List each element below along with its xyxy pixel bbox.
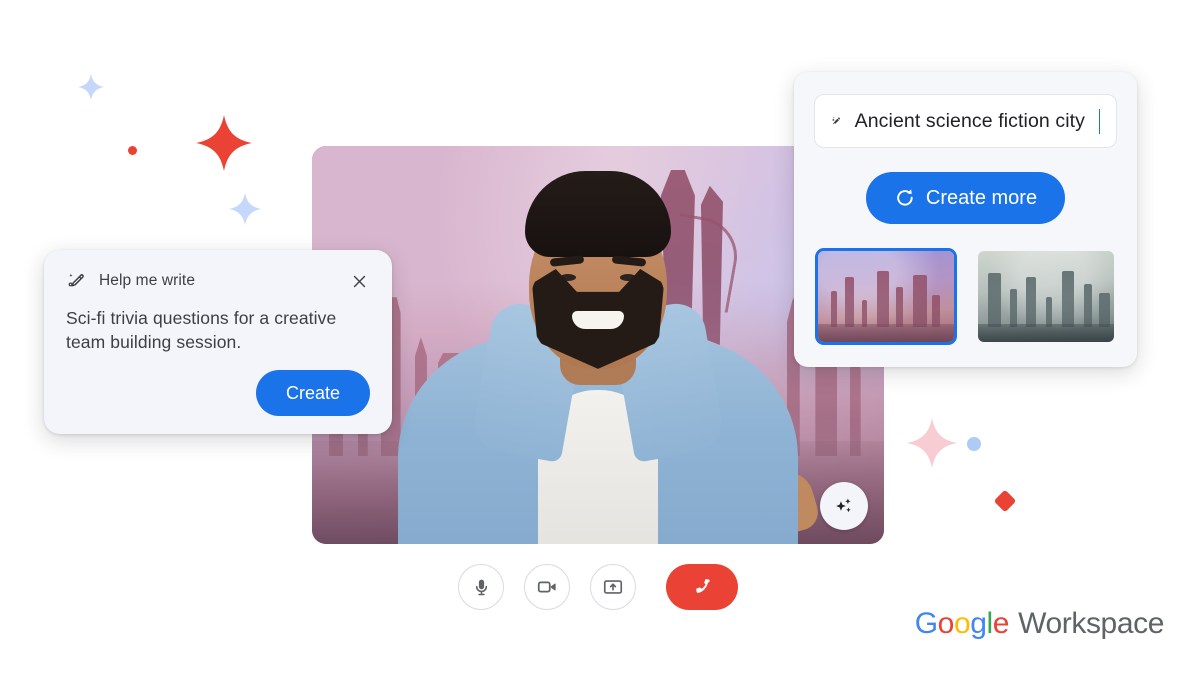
refresh-icon	[897, 189, 913, 206]
dot-red-small	[128, 146, 137, 155]
thumbnail-pink-sci-fi-city[interactable]	[814, 248, 957, 345]
magic-pencil-icon	[68, 273, 84, 286]
close-icon[interactable]	[348, 270, 370, 292]
camera-button[interactable]	[524, 564, 570, 610]
panel-actions: Create more	[814, 172, 1117, 224]
image-prompt-field[interactable]: Ancient science fiction city	[814, 94, 1117, 148]
google-letter-G: G	[914, 607, 938, 640]
image-prompt-value: Ancient science fiction city	[854, 109, 1086, 132]
google-letter-e: e	[992, 607, 1010, 640]
sparkle-effects-button[interactable]	[820, 482, 868, 530]
google-letter-g: g	[970, 607, 987, 640]
image-generation-panel[interactable]: Ancient science fiction city Create more	[794, 72, 1137, 367]
create-button[interactable]: Create	[255, 370, 370, 416]
google-letter-o: o	[953, 607, 971, 640]
sparkle-large-red	[196, 115, 252, 171]
prompt-text: Sci-fi trivia questions for a creative t…	[66, 308, 337, 352]
thumbnail-list	[814, 248, 1117, 345]
present-now-icon	[603, 580, 623, 594]
card-title: Help me write	[99, 272, 196, 289]
present-screen-button[interactable]	[590, 564, 636, 610]
sparkle-small-blue	[78, 74, 104, 100]
workspace-wordmark: Workspace	[1018, 607, 1164, 640]
dot-blue-right	[967, 437, 981, 451]
sparkle-pink-right	[907, 418, 957, 468]
create-more-label: Create more	[925, 186, 1038, 209]
card-header: Help me write	[66, 270, 370, 292]
magic-pencil-icon	[832, 117, 840, 125]
four-point-star-icon	[196, 115, 252, 171]
four-point-star-icon	[907, 418, 957, 468]
sparkles-icon	[836, 498, 851, 513]
microphone-button[interactable]	[458, 564, 504, 610]
text-caret	[1099, 108, 1100, 134]
google-wordmark: Google	[914, 607, 1010, 641]
create-more-button[interactable]: Create more	[865, 172, 1066, 224]
four-point-star-icon	[229, 193, 261, 225]
call-controls	[312, 564, 884, 610]
google-workspace-logo: Google Workspace	[914, 607, 1165, 641]
close-x-icon	[353, 275, 365, 287]
four-point-star-icon	[78, 74, 104, 100]
hang-up-icon	[696, 579, 710, 593]
hang-up-button[interactable]	[666, 564, 738, 610]
microphone-icon	[475, 579, 487, 595]
google-letter-o: o	[937, 607, 955, 640]
help-me-write-card[interactable]: Help me write Sci-fi trivia questions fo…	[44, 250, 392, 434]
video-camera-icon	[537, 581, 556, 593]
diamond-red-right	[993, 489, 1017, 513]
card-actions: Create	[66, 370, 370, 416]
thumbnail-grey-sci-fi-city[interactable]	[975, 248, 1117, 345]
app-stage: Help me write Sci-fi trivia questions fo…	[0, 0, 1200, 675]
sparkle-blue-mid	[229, 193, 261, 225]
